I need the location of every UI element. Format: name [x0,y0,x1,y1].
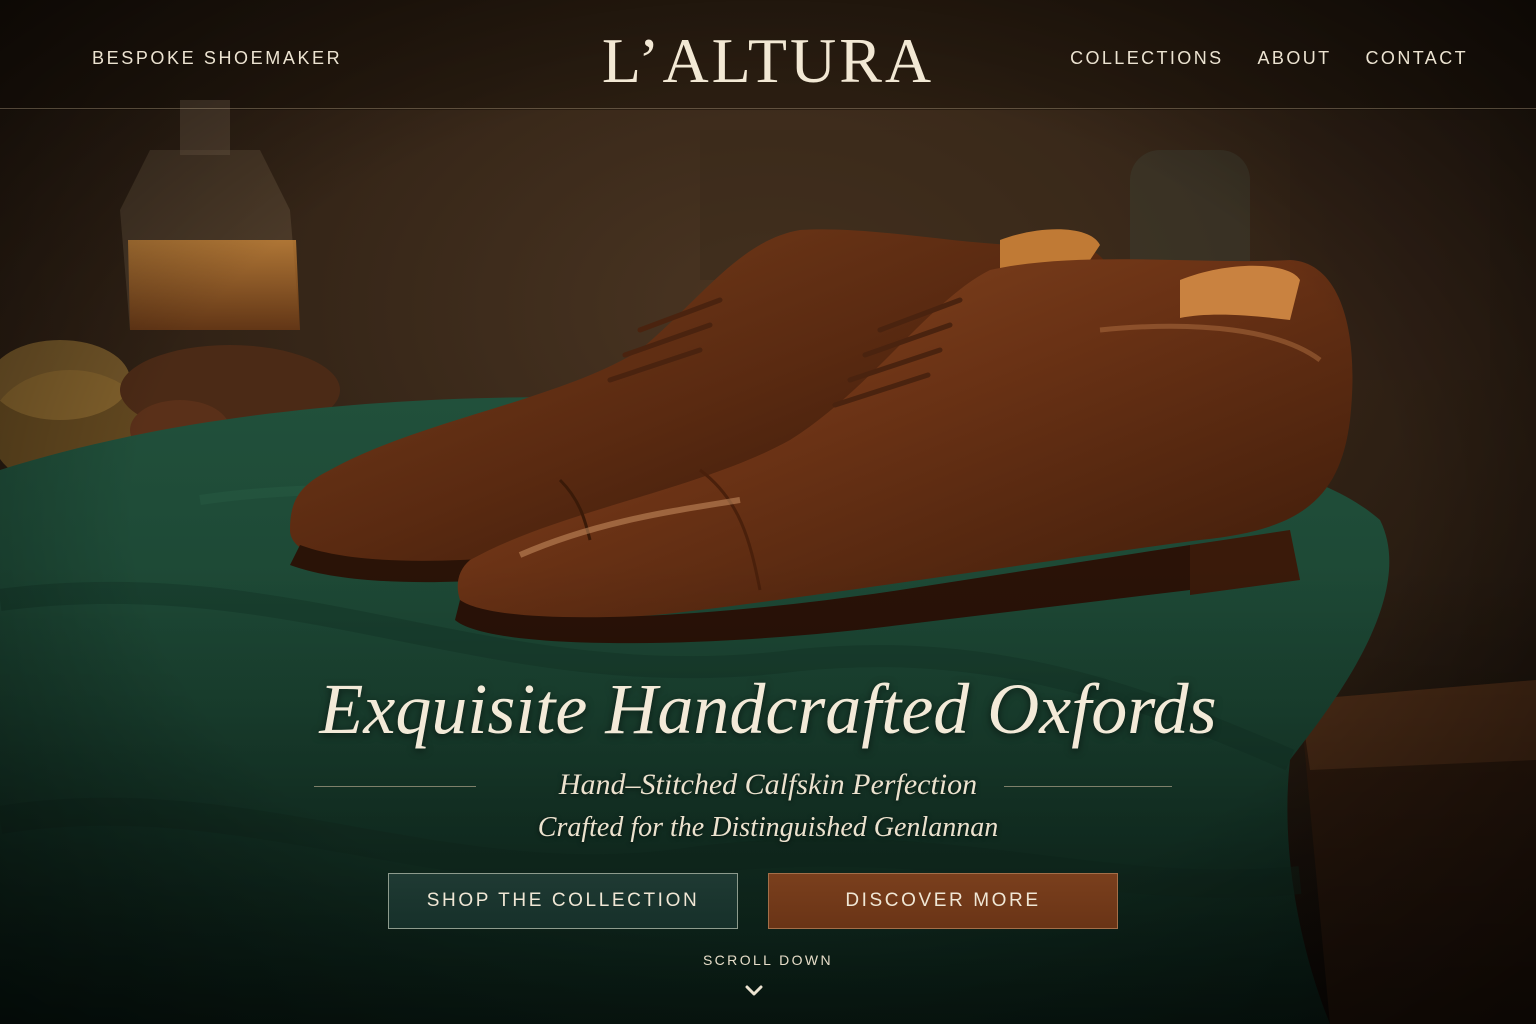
divider-left [314,786,476,787]
hero-headline: Exquisite Handcrafted Oxfords [319,669,1217,749]
divider-right [1004,786,1172,787]
nav-link-collections[interactable]: COLLECTIONS [1070,48,1223,69]
chevron-down-icon[interactable] [745,984,763,998]
main-nav: COLLECTIONS ABOUT CONTACT [1070,48,1468,69]
discover-more-button[interactable]: DISCOVER MORE [768,873,1118,929]
scroll-down-label[interactable]: SCROLL DOWN [0,952,1536,968]
hero-background-image [0,0,1536,1024]
nav-link-about[interactable]: ABOUT [1258,48,1332,69]
nav-link-contact[interactable]: CONTACT [1366,48,1468,69]
site-header: BESPOKE SHOEMAKER L’ALTURA COLLECTIONS A… [0,0,1536,109]
shop-collection-button[interactable]: SHOP THE COLLECTION [388,873,738,929]
hero-subtitle: Hand–Stitched Calfskin Perfection [558,768,978,801]
hero-subtitle-block: Hand–Stitched Calfskin Perfection [0,768,1536,802]
hero-tagline-secondary: Crafted for the Distinguished Genlannan [537,812,999,843]
